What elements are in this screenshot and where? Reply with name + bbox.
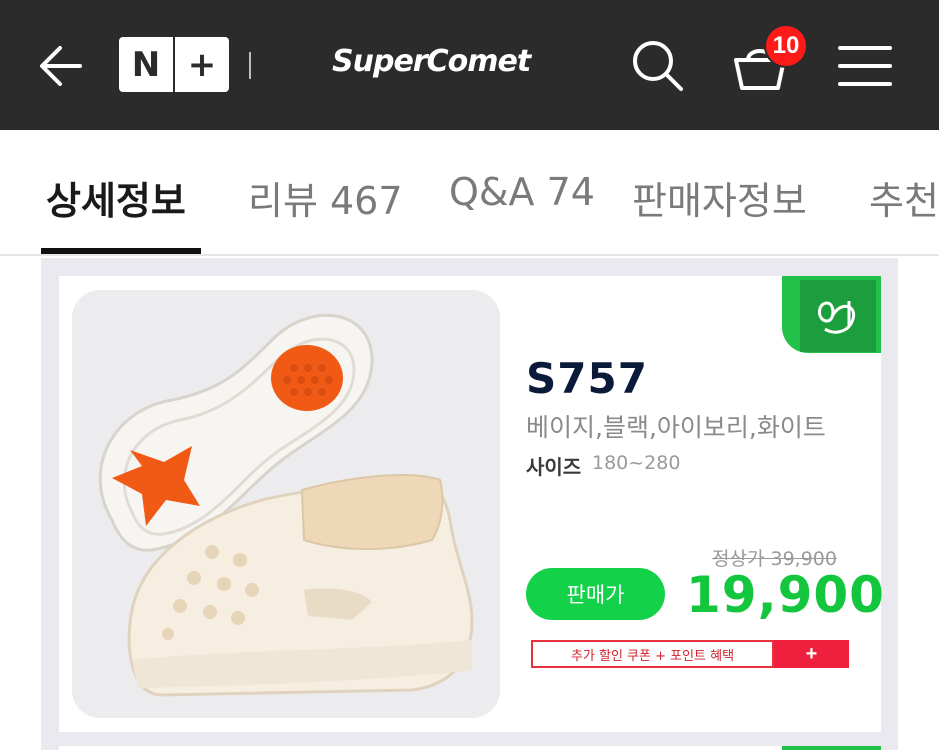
app-header: N + SuperComet 10 bbox=[0, 0, 939, 130]
coupon-benefit-banner[interactable]: 추가 할인 쿠폰 + 포인트 혜택 bbox=[531, 640, 774, 668]
sale-price-label: 판매가 bbox=[526, 568, 665, 620]
product-colors: 베이지,블랙,아이보리,화이트 bbox=[526, 413, 826, 442]
product-tabs: 상세정보 리뷰 467 Q&A 74 판매자정보 추천 bbox=[0, 130, 939, 256]
product-image bbox=[72, 290, 500, 718]
next-card-badge bbox=[782, 746, 881, 750]
logo-letter-n: N bbox=[131, 44, 161, 85]
search-button[interactable] bbox=[630, 38, 686, 94]
tab-details[interactable]: 상세정보 bbox=[46, 170, 186, 225]
brand-corner-badge bbox=[782, 276, 881, 353]
brand-emblem-icon bbox=[818, 301, 856, 334]
back-arrow-icon bbox=[40, 46, 82, 86]
back-button[interactable] bbox=[36, 40, 88, 92]
next-product-card bbox=[59, 746, 881, 750]
naver-plus-logo[interactable]: N + bbox=[119, 37, 229, 92]
clog-shoe-illustration bbox=[98, 313, 474, 697]
product-model: S757 bbox=[526, 354, 648, 403]
coupon-expand-button[interactable]: + bbox=[774, 640, 849, 668]
logo-plus: + bbox=[187, 44, 217, 85]
tab-recommend[interactable]: 추천 bbox=[869, 170, 939, 225]
badge-emblem bbox=[800, 280, 876, 352]
cart-count-badge: 10 bbox=[764, 24, 808, 68]
size-range: 180~280 bbox=[592, 452, 681, 474]
search-icon bbox=[633, 41, 683, 91]
active-tab-indicator bbox=[41, 248, 201, 254]
menu-button[interactable] bbox=[838, 44, 892, 88]
header-divider bbox=[249, 52, 251, 79]
tab-qna[interactable]: Q&A 74 bbox=[449, 170, 595, 214]
store-brand-logo[interactable]: SuperComet bbox=[332, 44, 531, 79]
tab-seller-info[interactable]: 판매자정보 bbox=[632, 170, 807, 225]
sale-price: 19,900 bbox=[686, 566, 885, 624]
tab-reviews[interactable]: 리뷰 467 bbox=[248, 170, 403, 225]
size-label: 사이즈 bbox=[526, 455, 582, 479]
hamburger-menu-icon bbox=[838, 46, 892, 86]
